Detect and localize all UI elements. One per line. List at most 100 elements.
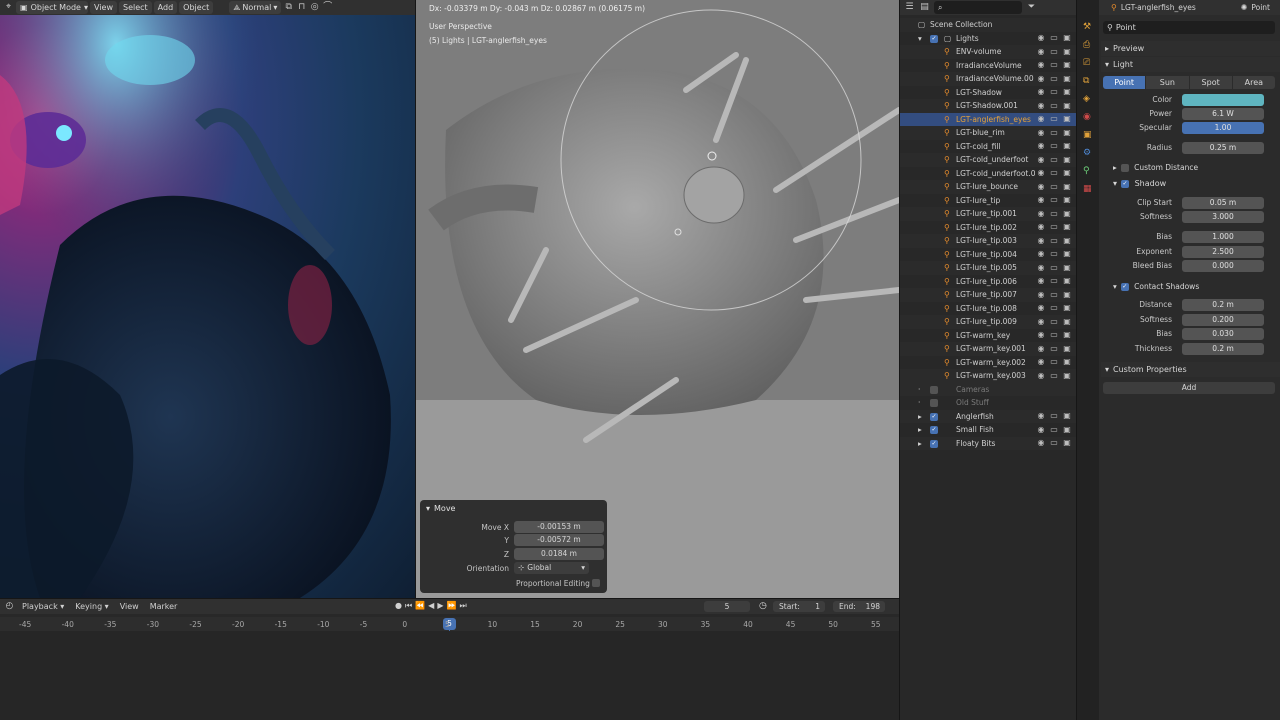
eye-icon[interactable]: ◉ <box>1036 33 1046 43</box>
softness-field[interactable]: 3.000 <box>1182 211 1264 223</box>
specular-field[interactable]: 1.00 <box>1182 122 1264 134</box>
monitor-icon[interactable]: ▭ <box>1049 263 1059 273</box>
monitor-icon[interactable]: ▭ <box>1049 155 1059 165</box>
contact-bias-field[interactable]: 0.030 <box>1182 328 1264 340</box>
mode-select[interactable]: ▣ Object Mode ▾ <box>16 1 88 14</box>
camera-icon[interactable]: ▣ <box>1062 236 1072 246</box>
outliner-collection[interactable]: · Old Stuff <box>900 396 1076 410</box>
shadow-section[interactable]: ▾ ✓ Shadow <box>1113 179 1166 188</box>
outliner-collection[interactable]: ▸ ✓ Anglerfish ◉ ▭ ▣ <box>900 409 1076 423</box>
outliner-item[interactable]: ⚲ ENV-volume ◉ ▭ ▣ <box>900 45 1076 59</box>
monitor-icon[interactable]: ▭ <box>1049 60 1059 70</box>
lights-collection-row[interactable]: ▾ ✓ ▢ Lights ◉ ▭ ▣ <box>900 32 1076 46</box>
move-panel[interactable]: ▾ Move Move X -0.00153 m Y -0.00572 m Z 0… <box>420 500 607 593</box>
monitor-icon[interactable]: ▭ <box>1049 249 1059 259</box>
camera-icon[interactable]: ▣ <box>1062 371 1072 381</box>
menu-object[interactable]: Object <box>179 1 214 14</box>
monitor-icon[interactable]: ▭ <box>1049 371 1059 381</box>
outliner-item[interactable]: ⚲ IrradianceVolume.00 ◉ ▭ ▣ <box>900 72 1076 86</box>
eye-icon[interactable]: ◉ <box>1036 425 1046 435</box>
outliner-item[interactable]: ⚲ LGT-lure_tip.006 ◉ ▭ ▣ <box>900 275 1076 289</box>
eye-icon[interactable]: ◉ <box>1036 195 1046 205</box>
preview-section[interactable]: ▸ Preview <box>1101 41 1280 56</box>
monitor-icon[interactable]: ▭ <box>1049 33 1059 43</box>
outliner-collection[interactable]: · Cameras <box>900 382 1076 396</box>
power-field[interactable]: 6.1 W <box>1182 108 1264 120</box>
eye-icon[interactable]: ◉ <box>1036 182 1046 192</box>
exponent-field[interactable]: 2.500 <box>1182 246 1264 258</box>
start-frame-field[interactable]: Start: 1 <box>773 601 825 612</box>
monitor-icon[interactable]: ▭ <box>1049 411 1059 421</box>
outliner-item[interactable]: ⚲ LGT-lure_tip.007 ◉ ▭ ▣ <box>900 288 1076 302</box>
outliner-collection[interactable]: ▸ ✓ Floaty Bits ◉ ▭ ▣ <box>900 436 1076 450</box>
transform-orientation-select[interactable]: ⟁ Normal ▾ <box>229 1 282 14</box>
color-swatch[interactable] <box>1182 94 1264 106</box>
outliner-item[interactable]: ⚲ LGT-Shadow ◉ ▭ ▣ <box>900 86 1076 100</box>
eye-icon[interactable]: ◉ <box>1036 168 1046 178</box>
outliner-item[interactable]: ⚲ LGT-warm_key ◉ ▭ ▣ <box>900 329 1076 343</box>
monitor-icon[interactable]: ▭ <box>1049 330 1059 340</box>
eye-icon[interactable]: ◉ <box>1036 209 1046 219</box>
divider-vertical[interactable] <box>899 0 900 720</box>
divider-horizontal[interactable] <box>0 598 899 599</box>
monitor-icon[interactable]: ▭ <box>1049 222 1059 232</box>
eye-icon[interactable]: ◉ <box>1036 222 1046 232</box>
camera-icon[interactable]: ▣ <box>1062 114 1072 124</box>
move-panel-header[interactable]: ▾ Move <box>426 504 455 513</box>
monitor-icon[interactable]: ▭ <box>1049 276 1059 286</box>
add-property-button[interactable]: Add <box>1103 382 1275 394</box>
next-key-icon[interactable]: ⏩ <box>446 601 456 611</box>
monitor-icon[interactable]: ▭ <box>1049 236 1059 246</box>
view-layer-tab-icon[interactable]: ⧉ <box>1083 76 1095 86</box>
camera-icon[interactable]: ▣ <box>1062 438 1072 448</box>
eye-icon[interactable]: ◉ <box>1036 303 1046 313</box>
divider-vertical[interactable] <box>1076 0 1077 720</box>
camera-icon[interactable]: ▣ <box>1062 344 1072 354</box>
eye-icon[interactable]: ◉ <box>1036 371 1046 381</box>
orientation-select[interactable]: ⊹ Global ▾ <box>514 562 589 574</box>
eye-icon[interactable]: ◉ <box>1036 155 1046 165</box>
light-type-area[interactable]: Area <box>1232 76 1275 89</box>
outliner-collection[interactable]: ▸ ✓ Small Fish ◉ ▭ ▣ <box>900 423 1076 437</box>
monitor-icon[interactable]: ▭ <box>1049 344 1059 354</box>
tool-tab-icon[interactable]: ⚒ <box>1083 22 1095 32</box>
eye-icon[interactable]: ◉ <box>1036 74 1046 84</box>
monitor-icon[interactable]: ▭ <box>1049 74 1059 84</box>
light-section[interactable]: ▾ Light <box>1101 57 1280 72</box>
eye-icon[interactable]: ◉ <box>1036 114 1046 124</box>
eye-icon[interactable]: ◉ <box>1036 276 1046 286</box>
play-icon[interactable]: ▶ <box>437 601 443 611</box>
outliner-item[interactable]: ⚲ LGT-lure_tip.005 ◉ ▭ ▣ <box>900 261 1076 275</box>
outliner-item[interactable]: ⚲ LGT-lure_tip.004 ◉ ▭ ▣ <box>900 248 1076 262</box>
monitor-icon[interactable]: ▭ <box>1049 87 1059 97</box>
proportional-icon[interactable]: ◎ <box>309 2 320 13</box>
outliner-search-input[interactable]: ⌕ <box>934 1 1022 14</box>
magnet-icon[interactable]: ⊓ <box>296 2 307 13</box>
jump-start-icon[interactable]: ⏮ <box>405 601 412 611</box>
monitor-icon[interactable]: ▭ <box>1049 195 1059 205</box>
collection-checkbox[interactable]: ✓ <box>930 426 938 434</box>
prev-key-icon[interactable]: ⏪ <box>415 601 425 611</box>
light-type-spot[interactable]: Spot <box>1189 76 1232 89</box>
contact-softness-field[interactable]: 0.200 <box>1182 314 1264 326</box>
menu-select[interactable]: Select <box>118 1 152 14</box>
camera-icon[interactable]: ▣ <box>1062 141 1072 151</box>
camera-icon[interactable]: ▣ <box>1062 74 1072 84</box>
outliner-item[interactable]: ⚲ LGT-cold_underfoot ◉ ▭ ▣ <box>900 153 1076 167</box>
radius-field[interactable]: 0.25 m <box>1182 142 1264 154</box>
outliner-item[interactable]: ⚲ LGT-lure_tip.009 ◉ ▭ ▣ <box>900 315 1076 329</box>
clip-start-field[interactable]: 0.05 m <box>1182 197 1264 209</box>
move-z-field[interactable]: 0.0184 m <box>514 548 604 560</box>
outliner-item[interactable]: ⚲ LGT-blue_rim ◉ ▭ ▣ <box>900 126 1076 140</box>
camera-icon[interactable]: ▣ <box>1062 33 1072 43</box>
camera-icon[interactable]: ▣ <box>1062 317 1072 327</box>
eye-icon[interactable]: ◉ <box>1036 290 1046 300</box>
camera-icon[interactable]: ▣ <box>1062 47 1072 57</box>
outliner-item[interactable]: ⚲ LGT-lure_tip.002 ◉ ▭ ▣ <box>900 221 1076 235</box>
eye-icon[interactable]: ◉ <box>1036 330 1046 340</box>
camera-icon[interactable]: ▣ <box>1062 425 1072 435</box>
eye-icon[interactable]: ◉ <box>1036 87 1046 97</box>
play-reverse-icon[interactable]: ◀ <box>428 601 434 611</box>
collection-checkbox[interactable] <box>930 385 938 394</box>
current-frame-field[interactable]: 5 <box>704 601 750 612</box>
